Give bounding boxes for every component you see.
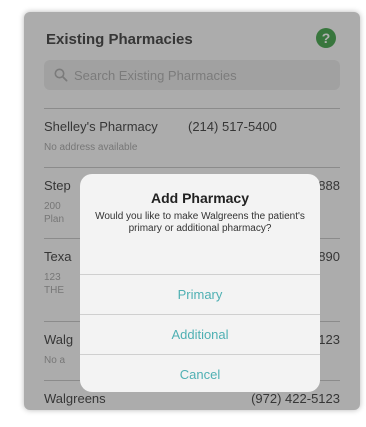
primary-button[interactable]: Primary	[80, 274, 320, 314]
dialog-title: Add Pharmacy	[150, 190, 250, 206]
cancel-button[interactable]: Cancel	[80, 354, 320, 392]
additional-button[interactable]: Additional	[80, 314, 320, 354]
dialog-message: Would you like to make Walgreens the pat…	[95, 211, 305, 234]
add-pharmacy-dialog: Add Pharmacy Would you like to make Walg…	[80, 174, 320, 392]
app-window: Existing Pharmacies ? Search Existing Ph…	[24, 12, 360, 410]
